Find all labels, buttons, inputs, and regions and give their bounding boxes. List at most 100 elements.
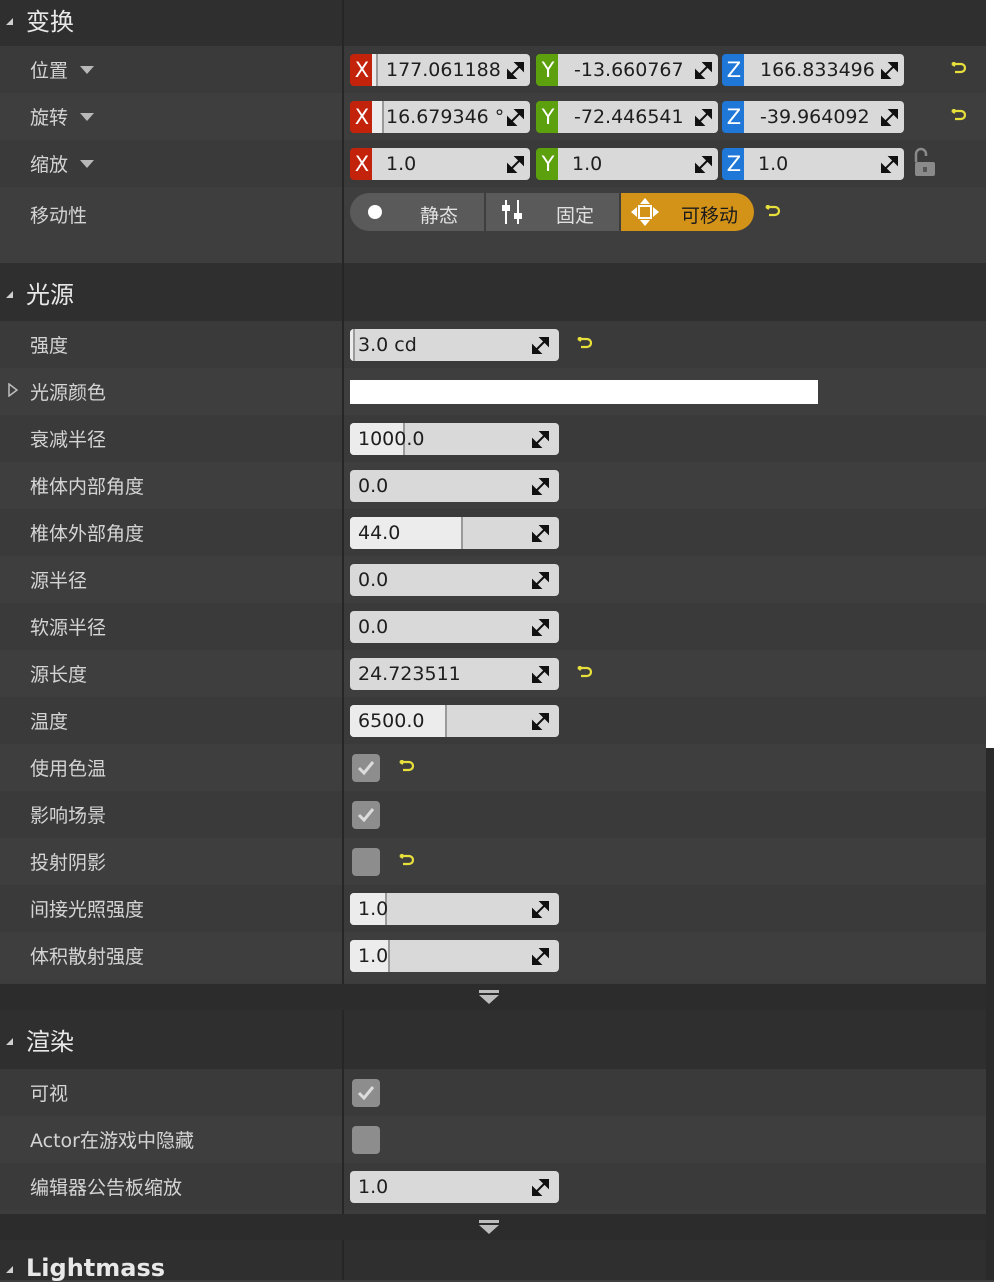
property-label: 源长度 (30, 664, 88, 686)
category-title: Lightmass (26, 1254, 166, 1282)
unlock-icon[interactable] (912, 146, 938, 178)
property-label: 软源半径 (30, 617, 107, 639)
advanced-expander[interactable] (0, 984, 986, 1010)
scale-y-field[interactable]: 1.0 (558, 148, 718, 180)
chevron-down-icon[interactable] (80, 160, 94, 168)
axis-z-label: Z (722, 148, 746, 180)
location-x-field[interactable]: 177.061188 (372, 54, 530, 86)
scale-z-field[interactable]: 1.0 (744, 148, 904, 180)
checkmark-icon (357, 1086, 375, 1101)
category-header-lightmass[interactable]: Lightmass (0, 1240, 986, 1282)
category-title: 渲染 (26, 1028, 74, 1056)
outer-cone-angle-field[interactable]: 44.0 (350, 517, 559, 549)
drag-arrows-icon (881, 62, 898, 79)
drag-arrows-icon (507, 109, 524, 126)
drag-arrows-icon (507, 156, 524, 173)
attenuation-radius-field[interactable]: 1000.0 (350, 423, 559, 455)
property-row-outer-cone-angle: 椎体外部角度 44.0 (0, 509, 986, 556)
mobility-static-button[interactable]: 静态 (350, 193, 484, 231)
reset-to-default-icon[interactable] (576, 666, 592, 680)
reset-to-default-icon[interactable] (950, 62, 966, 76)
scale-x-field[interactable]: 1.0 (372, 148, 530, 180)
drag-arrows-icon (881, 109, 898, 126)
scrollbar-thumb[interactable] (986, 0, 994, 748)
reset-to-default-icon[interactable] (764, 205, 780, 219)
inner-cone-angle-field[interactable]: 0.0 (350, 470, 559, 502)
axis-z-label: Z (722, 54, 746, 86)
scrollbar-track[interactable] (986, 0, 994, 1280)
property-row-attenuation-radius: 衰减半径 1000.0 (0, 415, 986, 462)
axis-y-label: Y (536, 54, 560, 86)
property-row-cast-shadows: 投射阴影 (0, 838, 986, 885)
indirect-intensity-field[interactable]: 1.0 (350, 893, 559, 925)
property-row-hidden-in-game: Actor在游戏中隐藏 (0, 1116, 986, 1163)
drag-arrows-icon (532, 1179, 549, 1196)
category-header-rendering[interactable]: 渲染 (0, 1010, 986, 1069)
temperature-field[interactable]: 6500.0 (350, 705, 559, 737)
reset-to-default-icon[interactable] (950, 109, 966, 123)
source-radius-field[interactable]: 0.0 (350, 564, 559, 596)
billboard-scale-field[interactable]: 1.0 (350, 1171, 559, 1203)
property-label: 使用色温 (30, 758, 107, 780)
use-temperature-checkbox[interactable] (352, 754, 380, 782)
drag-arrows-icon (532, 525, 549, 542)
property-label: 间接光照强度 (30, 899, 145, 921)
rotation-z-field[interactable]: -39.964092 (744, 101, 904, 133)
source-length-field[interactable]: 24.723511 (350, 658, 559, 690)
chevron-down-icon (479, 990, 499, 1004)
drag-arrows-icon (532, 431, 549, 448)
affects-world-checkbox[interactable] (352, 801, 380, 829)
intensity-field[interactable]: 3.0 cd (350, 329, 559, 361)
drag-arrows-icon (881, 156, 898, 173)
hidden-in-game-checkbox[interactable] (352, 1126, 380, 1154)
drag-arrows-icon (695, 156, 712, 173)
property-row-inner-cone-angle: 椎体内部角度 0.0 (0, 462, 986, 509)
property-row-scale: 缩放 X 1.0 Y 1.0 Z 1.0 (0, 140, 986, 187)
light-color-swatch[interactable] (350, 380, 818, 404)
property-label: 衰减半径 (30, 429, 107, 451)
property-row-rotation: 旋转 X 16.679346 ° Y -72.446541 Z -39.9640… (0, 93, 986, 140)
collapse-triangle-icon (6, 291, 13, 298)
property-label: 椎体内部角度 (30, 476, 145, 498)
reset-to-default-icon[interactable] (398, 760, 414, 774)
axis-x-label: X (350, 54, 374, 86)
property-label: 可视 (30, 1083, 69, 1105)
property-label: 体积散射强度 (30, 946, 145, 968)
property-label: 强度 (30, 335, 69, 357)
mobility-movable-button[interactable]: 可移动 (621, 193, 754, 231)
reset-to-default-icon[interactable] (398, 854, 414, 868)
property-label: 移动性 (30, 205, 88, 227)
axis-z-label: Z (722, 101, 746, 133)
chevron-down-icon[interactable] (80, 113, 94, 121)
column-splitter[interactable] (342, 1240, 344, 1280)
property-label: 椎体外部角度 (30, 523, 145, 545)
category-header-transform[interactable]: 变换 (0, 0, 986, 46)
drag-arrows-icon (532, 666, 549, 683)
axis-x-label: X (350, 148, 374, 180)
expand-triangle-icon[interactable] (8, 383, 18, 397)
property-row-billboard-scale: 编辑器公告板缩放 1.0 (0, 1163, 986, 1210)
column-splitter[interactable] (342, 0, 344, 263)
advanced-expander[interactable] (0, 1214, 986, 1240)
reset-to-default-icon[interactable] (576, 337, 592, 351)
column-splitter[interactable] (342, 1010, 344, 1214)
property-row-affects-world: 影响场景 (0, 791, 986, 838)
cast-shadows-checkbox[interactable] (352, 848, 380, 876)
axis-y-label: Y (536, 101, 560, 133)
category-header-light[interactable]: 光源 (0, 263, 986, 321)
collapse-triangle-icon (6, 1038, 13, 1045)
visible-checkbox[interactable] (352, 1079, 380, 1107)
soft-source-radius-field[interactable]: 0.0 (350, 611, 559, 643)
property-label: 光源颜色 (30, 382, 107, 404)
property-label: 编辑器公告板缩放 (30, 1177, 183, 1199)
column-splitter[interactable] (342, 263, 344, 984)
rotation-x-field[interactable]: 16.679346 ° (372, 101, 530, 133)
rotation-y-field[interactable]: -72.446541 (558, 101, 718, 133)
category-title: 变换 (26, 8, 74, 36)
location-y-field[interactable]: -13.660767 (558, 54, 718, 86)
chevron-down-icon[interactable] (80, 66, 94, 74)
location-z-field[interactable]: 166.833496 (744, 54, 904, 86)
volumetric-scattering-field[interactable]: 1.0 (350, 940, 559, 972)
mobility-stationary-button[interactable]: 固定 (486, 193, 619, 231)
category-title: 光源 (26, 281, 74, 309)
